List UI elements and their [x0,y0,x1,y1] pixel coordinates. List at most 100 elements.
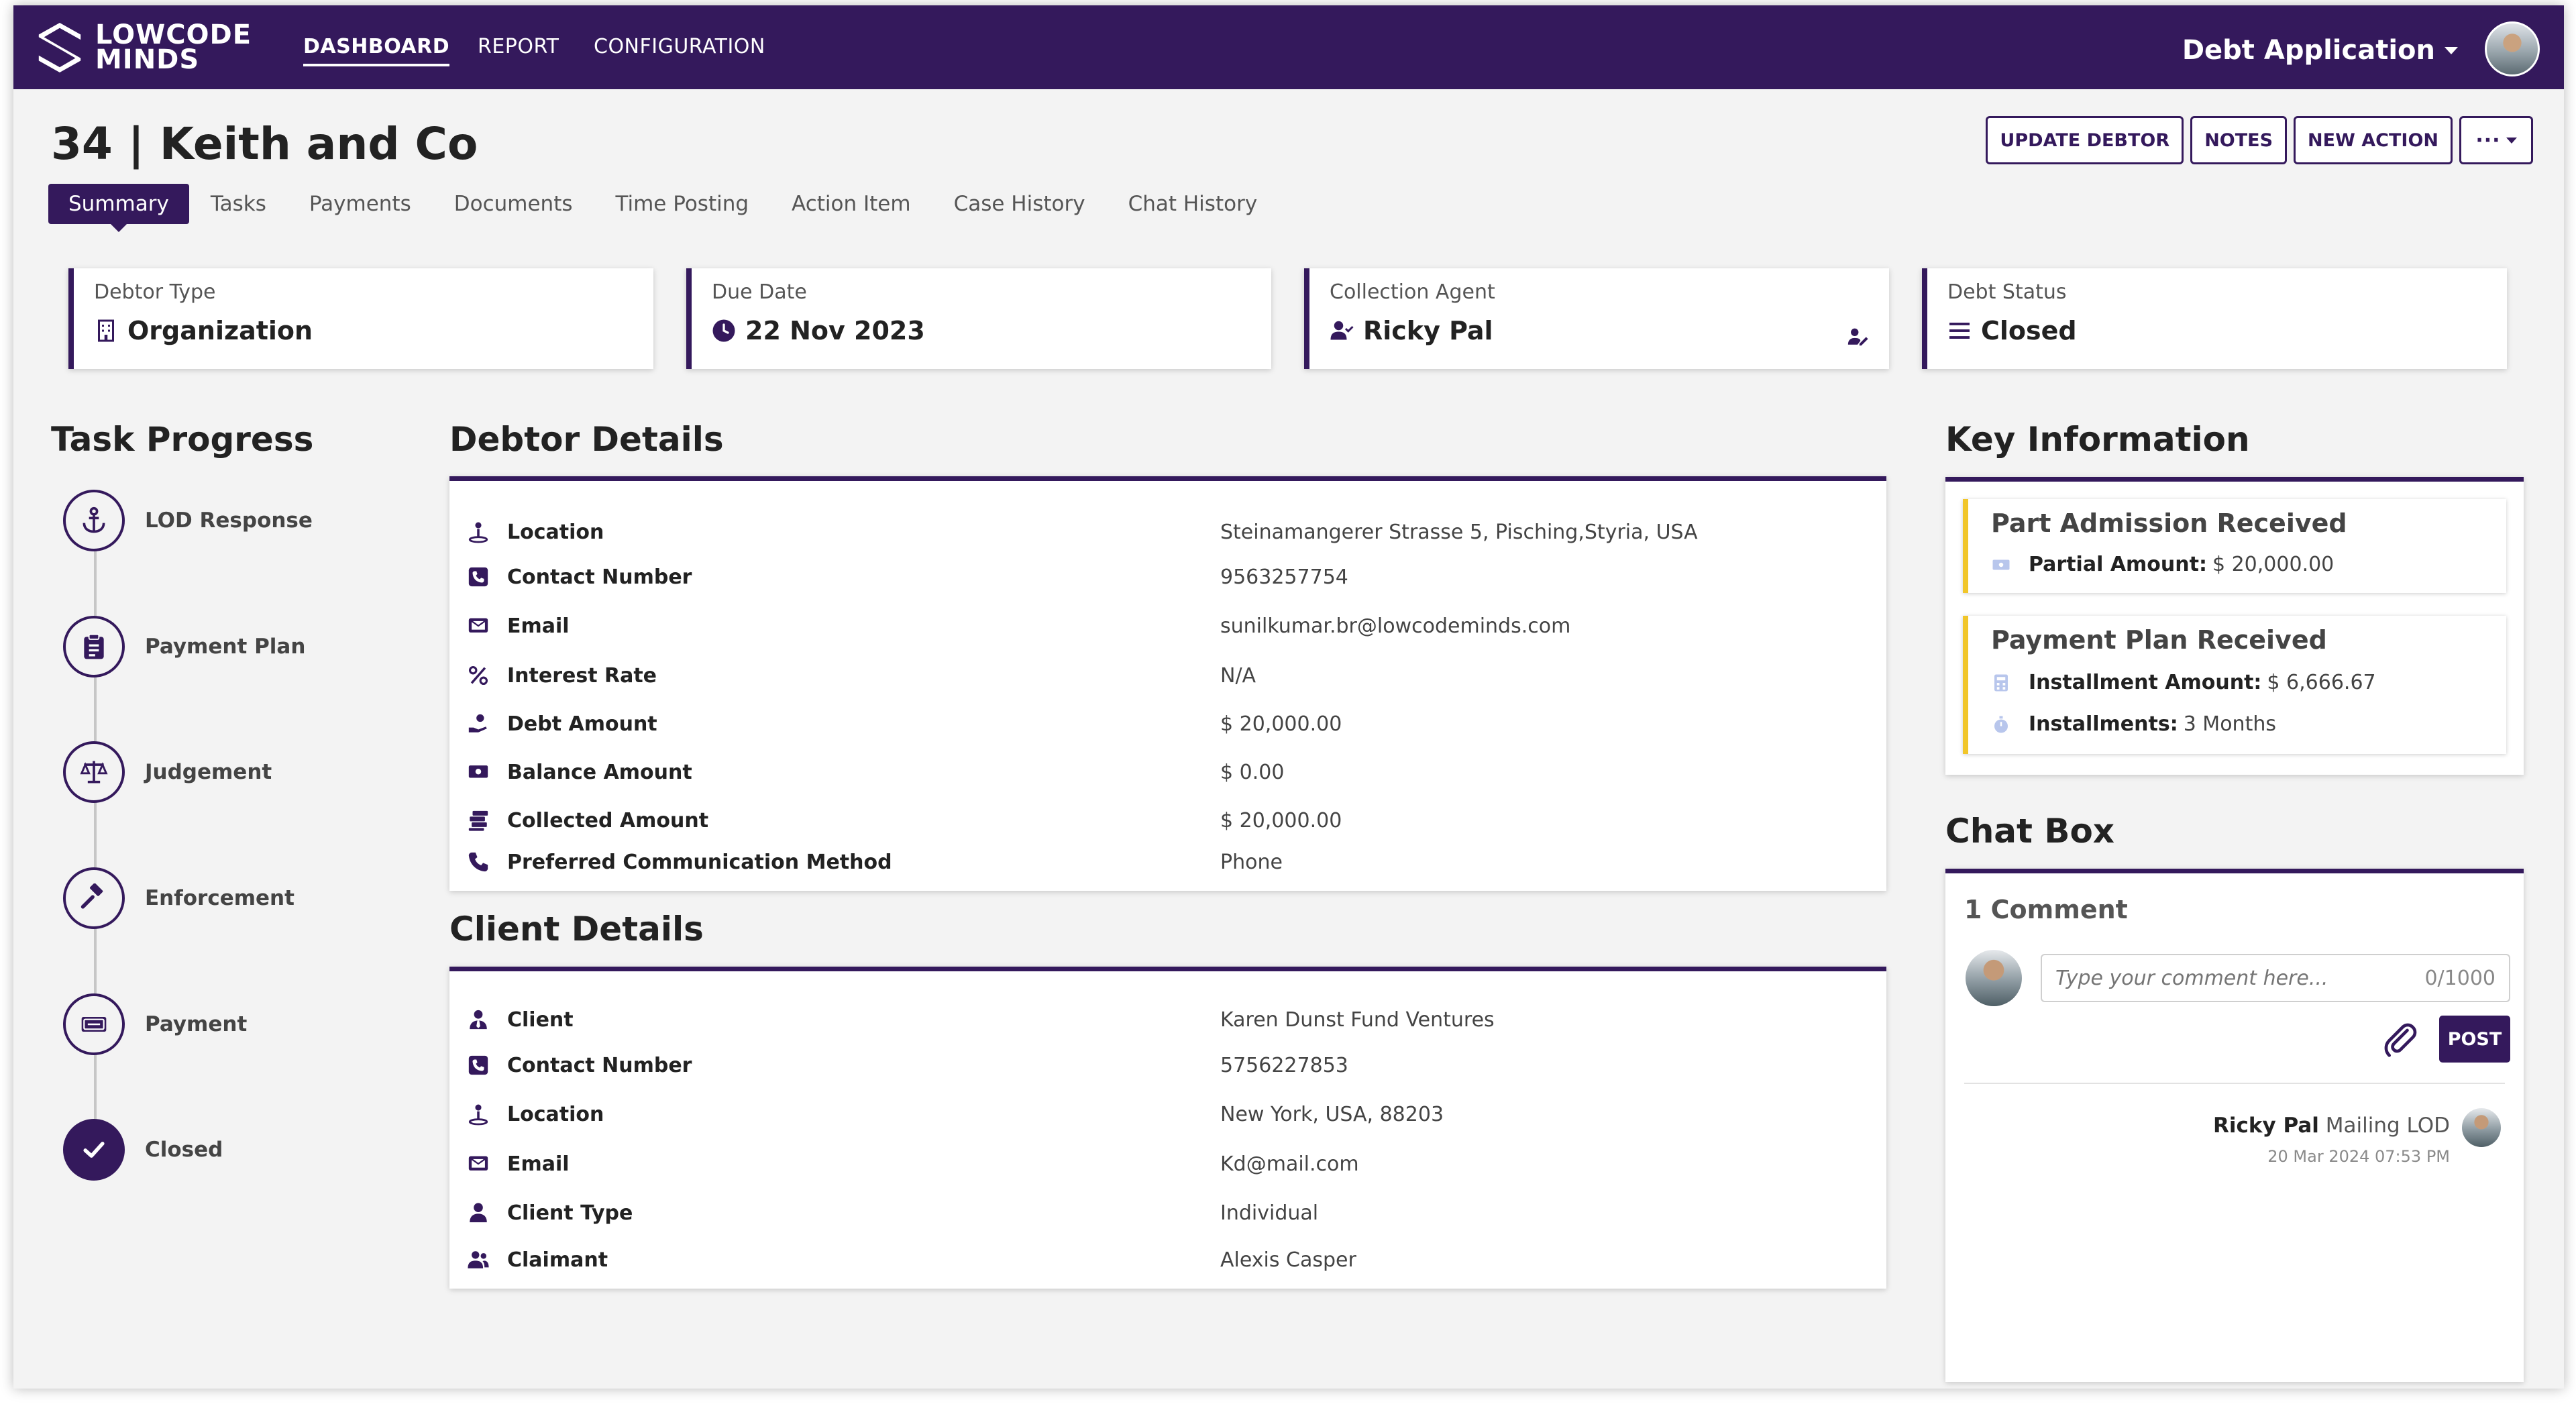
task-progress-title: Task Progress [51,420,314,459]
step-judgement[interactable]: Judgement [63,741,272,803]
nav-configuration[interactable]: CONFIGURATION [594,35,765,58]
key-line: Installment Amount: $ 6,666.67 [1991,671,2376,694]
detail-value: N/A [1220,663,1256,688]
message-author: Ricky Pal [2213,1114,2319,1138]
user-tie-icon [470,1010,487,1030]
debtor-details-title: Debtor Details [449,420,724,459]
nav-dashboard[interactable]: DASHBOARD [303,35,450,66]
post-button[interactable]: POST [2439,1016,2510,1063]
percent-icon [468,665,488,686]
attach-button[interactable] [2381,1021,2419,1059]
detail-row-collected-amount: Collected Amount $ 20,000.00 [467,807,1873,834]
app-window: LOWCODE MINDS DASHBOARD REPORT CONFIGURA… [13,5,2564,1389]
detail-label: Contact Number [507,1053,692,1077]
step-label: Enforcement [145,886,294,910]
paperclip-icon [2384,1023,2417,1057]
stat-card-due-date: Due Date 22 Nov 2023 [686,268,1271,369]
tab-bar: Summary Tasks Payments Documents Time Po… [48,184,1300,232]
step-circle [63,616,125,678]
update-debtor-button[interactable]: UPDATE DEBTOR [1986,116,2184,164]
nav-report[interactable]: REPORT [478,35,559,58]
key-card-title: Payment Plan Received [1991,625,2327,655]
envelope-icon [468,1156,488,1171]
location-icon [468,522,488,543]
row-icon [467,1103,490,1126]
tab-summary[interactable]: Summary [48,184,189,232]
logo-line-2: MINDS [95,44,200,75]
detail-row-email: Email sunilkumar.br@lowcodeminds.com [467,612,1873,639]
key-line-value: $ 20,000.00 [2212,553,2334,576]
detail-label: Location [507,1102,604,1126]
detail-value: $ 0.00 [1220,760,1285,784]
row-icon [467,809,490,832]
detail-value: Alexis Casper [1220,1248,1356,1272]
message-author-avatar [2462,1108,2501,1147]
key-line-value: $ 6,666.67 [2267,671,2376,694]
row-icon [467,614,490,637]
tab-case-history[interactable]: Case History [954,192,1085,216]
message-text: Mailing LOD [2325,1114,2450,1138]
phone-icon [468,852,488,872]
message-timestamp: 20 Mar 2024 07:53 PM [2267,1147,2450,1166]
step-label: Closed [145,1138,223,1162]
key-line-label: Partial Amount: [2029,553,2207,576]
detail-label: Debt Amount [507,712,657,736]
detail-label: Client [507,1008,574,1032]
tab-payments[interactable]: Payments [309,192,411,216]
stat-value: Organization [127,316,313,345]
stat-value: Ricky Pal [1363,316,1493,345]
tab-documents[interactable]: Documents [454,192,573,216]
stat-value: 22 Nov 2023 [745,316,925,345]
tab-tasks[interactable]: Tasks [211,192,266,216]
step-label: Payment Plan [145,635,306,659]
chat-message: Ricky Pal Mailing LOD [2213,1114,2450,1138]
page-title: 34 | Keith and Co [51,118,478,170]
detail-value: sunilkumar.br@lowcodeminds.com [1220,614,1571,638]
key-line-value: 3 Months [2183,712,2276,736]
building-icon [98,319,114,342]
assign-agent-button[interactable] [1846,325,1869,350]
detail-value: Steinamangerer Strasse 5, Pisching,Styri… [1220,520,1698,544]
step-label: Payment [145,1012,248,1036]
detail-row-interest-rate: Interest Rate N/A [467,662,1873,689]
detail-label: Location [507,520,604,544]
detail-label: Contact Number [507,565,692,589]
scale-icon [80,761,108,783]
stat-card-collection-agent: Collection Agent Ricky Pal [1304,268,1889,369]
stat-value-row: 22 Nov 2023 [712,316,1271,345]
logo[interactable]: LOWCODE MINDS [34,17,252,78]
new-action-button[interactable]: NEW ACTION [2294,116,2453,164]
logo-mark-icon [38,22,81,73]
envelope-icon [468,618,488,633]
step-payment-plan[interactable]: Payment Plan [63,616,305,678]
step-label: Judgement [145,760,272,784]
step-circle [63,490,125,551]
step-closed[interactable]: Closed [63,1119,223,1181]
anchor-icon [83,506,105,533]
tab-time-posting[interactable]: Time Posting [616,192,749,216]
step-payment[interactable]: Payment [63,993,247,1055]
stat-label: Debtor Type [94,280,216,304]
step-lod-response[interactable]: LOD Response [63,490,313,551]
app-switcher-label: Debt Application [2182,35,2435,66]
hand-coin-icon [468,714,487,733]
check-icon [83,1142,105,1158]
phone-square-icon [468,567,488,587]
notes-button[interactable]: NOTES [2190,116,2288,164]
divider [1964,1083,2505,1084]
row-icon [467,1008,490,1031]
coins-icon [468,810,488,831]
tab-chat-history[interactable]: Chat History [1128,192,1258,216]
more-actions-button[interactable]: ··· [2459,116,2533,164]
app-switcher[interactable]: Debt Application [2182,35,2458,66]
row-icon [467,521,490,543]
tab-action-item[interactable]: Action Item [792,192,911,216]
detail-row-preferred-communication: Preferred Communication Method Phone [467,849,1873,875]
step-enforcement[interactable]: Enforcement [63,867,294,929]
stat-label: Due Date [712,280,807,304]
comment-input[interactable] [2055,966,2425,990]
comment-box: 0/1000 [2041,954,2510,1002]
user-avatar[interactable] [2485,21,2540,76]
detail-value: $ 20,000.00 [1220,712,1342,736]
key-card-title: Part Admission Received [1991,508,2347,538]
